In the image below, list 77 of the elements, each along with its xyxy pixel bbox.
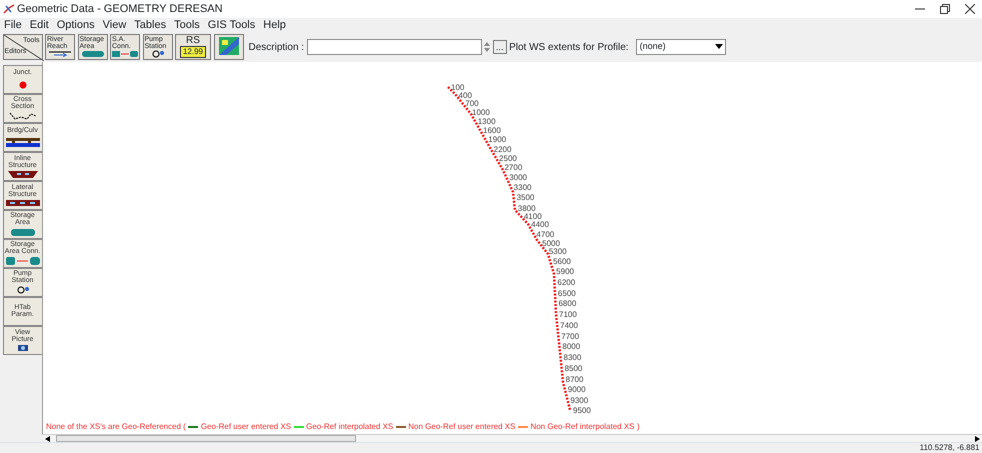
coordinates-text: 110.5278, -6.881 xyxy=(920,442,980,453)
station-label: 5000 xyxy=(542,240,560,248)
legend-text: ) xyxy=(637,421,640,433)
station-label: 1600 xyxy=(483,127,501,136)
station-label: 7100 xyxy=(559,311,577,320)
legend-text: Non Geo-Ref interpolated XS xyxy=(530,421,635,433)
station-label: 9500 xyxy=(573,407,591,415)
menu-item[interactable]: Help xyxy=(259,16,290,34)
station-label: 9000 xyxy=(568,386,586,394)
menu-item[interactable]: Edit xyxy=(26,16,53,34)
station-label: 4400 xyxy=(531,221,549,230)
app-icon xyxy=(2,3,14,15)
station-label: 1000 xyxy=(472,108,490,117)
camera-icon xyxy=(18,345,28,352)
browse-button[interactable]: ... xyxy=(492,40,507,54)
inline-structure-icon xyxy=(8,170,38,178)
station-label: 400 xyxy=(458,92,472,100)
storage-area-icon xyxy=(80,50,104,58)
station-label: 8500 xyxy=(564,364,582,373)
station-label: 4100 xyxy=(524,213,542,222)
rs-button[interactable]: RS 12.99 xyxy=(175,34,211,60)
station-label: 8700 xyxy=(566,376,584,384)
legend-text: Geo-Ref interpolated XS xyxy=(306,421,394,433)
menu-item[interactable]: GIS Tools xyxy=(204,16,260,34)
station-label: 8300 xyxy=(564,354,582,362)
station-label: 1900 xyxy=(488,136,506,144)
station-label: 100 xyxy=(451,84,464,92)
window-title: Geometric Data - GEOMETRY DERESAN xyxy=(17,2,223,17)
profile-dropdown[interactable]: (none) xyxy=(636,39,726,55)
description-label: Description : xyxy=(248,40,304,54)
profile-label: Plot WS extents for Profile: xyxy=(509,40,629,54)
station-label: 700 xyxy=(465,100,479,108)
station-label: 7400 xyxy=(560,322,578,330)
junction-icon xyxy=(18,81,26,89)
menu-item[interactable]: Tables xyxy=(130,16,170,34)
menu-item[interactable]: File xyxy=(0,16,26,34)
map-icon xyxy=(218,36,240,56)
scroll-right-icon[interactable] xyxy=(974,436,980,442)
bridge-icon xyxy=(6,138,40,148)
connection-icon xyxy=(6,256,40,265)
maximize-icon[interactable] xyxy=(940,4,950,14)
station-label: 6800 xyxy=(558,300,576,308)
station-label: 5600 xyxy=(553,258,571,266)
menu-item[interactable]: View xyxy=(98,16,130,34)
description-field[interactable] xyxy=(306,39,482,55)
station-label: 3800 xyxy=(518,204,536,213)
storage-area-icon xyxy=(10,228,36,236)
connection-icon xyxy=(112,50,138,58)
scroll-left-icon[interactable] xyxy=(45,436,50,442)
station-label: 9300 xyxy=(570,396,588,405)
spin-icon[interactable] xyxy=(484,40,490,53)
lateral-structure-icon xyxy=(6,200,40,206)
georef-button[interactable] xyxy=(214,34,244,60)
pump-icon xyxy=(14,286,30,294)
caret-icon xyxy=(714,44,723,50)
station-label: 6200 xyxy=(557,278,576,287)
station-label: 1300 xyxy=(478,118,496,126)
station-label: 2200 xyxy=(494,146,512,154)
station-label: 8000 xyxy=(562,343,580,352)
arrow-icon xyxy=(48,51,72,58)
menu-item[interactable]: Tools xyxy=(170,16,204,34)
station-label: 2500 xyxy=(499,155,517,164)
cross-section-icon xyxy=(8,112,36,120)
menu-item[interactable]: Options xyxy=(52,16,99,34)
station-label: 2700 xyxy=(504,164,522,172)
station-label: 5900 xyxy=(556,268,574,276)
station-label: 7700 xyxy=(561,332,580,341)
legend-text: Non Geo-Ref user entered XS xyxy=(408,421,516,433)
legend-text: None of the XS's are Geo-Referenced ( xyxy=(46,421,186,433)
station-label: 6500 xyxy=(558,290,576,298)
station-label: 3300 xyxy=(514,184,532,192)
station-label: 4700 xyxy=(536,230,554,239)
legend-text: Geo-Ref user entered XS xyxy=(200,421,292,433)
station-label: 5300 xyxy=(548,248,567,256)
station-label: 3500 xyxy=(516,194,534,202)
close-icon[interactable] xyxy=(964,4,974,14)
station-label: 3000 xyxy=(509,174,527,182)
